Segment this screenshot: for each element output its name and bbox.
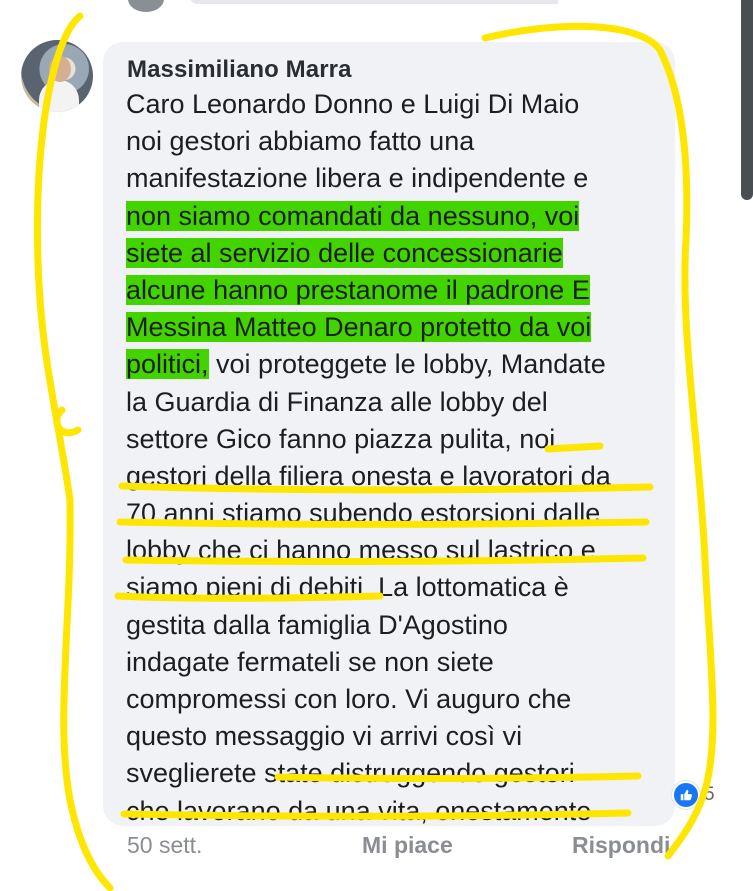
text-segment: la Guardia di Finanza alle lobby del <box>126 386 548 417</box>
scrollbar[interactable] <box>741 0 753 200</box>
comment-text-line: questo messaggio vi arrivi così vi <box>126 718 671 755</box>
text-segment: lobby che ci hanno messo sul lastrico e <box>126 535 596 566</box>
comment-text-line: noi gestori abbiamo fatto una <box>126 123 671 160</box>
previous-comment-avatar <box>128 0 164 12</box>
comment-text-line: 70 anni stiamo subendo estorsioni dalle <box>126 495 671 532</box>
comment-text: Caro Leonardo Donno e Luigi Di Maio noi g… <box>126 86 671 830</box>
text-segment: questo messaggio vi arrivi così vi <box>126 721 523 752</box>
text-segment: sveglierete state distruggendo gestori <box>126 758 575 789</box>
text-segment: 70 anni stiamo subendo estorsioni dalle <box>126 498 601 529</box>
text-segment: gestori della filiera onesta e lavorator… <box>126 460 611 491</box>
comment-text-line: Messina Matteo Denaro protetto da voi <box>126 309 671 346</box>
previous-comment-remnant <box>190 0 650 4</box>
text-segment: voi proteggete le lobby, Mandate <box>208 349 606 380</box>
text-segment: che lavorano da una vita, onestamente <box>126 795 592 826</box>
comment-text-line: gestita dalla famiglia D'Agostino <box>126 607 671 644</box>
comment-text-line: non siamo comandati da nessuno, voi <box>126 198 671 235</box>
reaction-summary[interactable]: 5 <box>672 781 715 809</box>
comment-text-line: sveglierete state distruggendo gestori <box>126 755 671 792</box>
comment-text-line: siamo pieni di debiti. La lottomatica è <box>126 569 671 606</box>
avatar[interactable] <box>21 40 93 112</box>
reaction-count: 5 <box>704 784 715 805</box>
highlighted-text: non siamo comandati da nessuno, voi <box>126 200 580 231</box>
text-segment: manifestazione libera e indipendente e <box>126 163 589 194</box>
comment-text-line: alcune hanno prestanome il padrone E <box>126 272 671 309</box>
comment-text-line: siete al servizio delle concessionarie <box>126 235 671 272</box>
comment-text-line: la Guardia di Finanza alle lobby del <box>126 384 671 421</box>
comment-text-line: Caro Leonardo Donno e Luigi Di Maio <box>126 86 671 123</box>
comment-text-line: indagate fermateli se non siete <box>126 644 671 681</box>
comment-text-line: compromessi con loro. Vi auguro che <box>126 681 671 718</box>
comment-author[interactable]: Massimiliano Marra <box>127 56 352 84</box>
left-loop-stroke <box>53 406 82 436</box>
highlighted-text: siete al servizio delle concessionarie <box>126 237 563 268</box>
text-segment: gestita dalla famiglia D'Agostino <box>126 609 508 640</box>
highlighted-text: Messina Matteo Denaro protetto da voi <box>126 312 592 343</box>
highlighted-text: politici, <box>126 349 209 380</box>
comment-text-line: che lavorano da una vita, onestamente <box>126 793 671 830</box>
text-segment: siamo pieni di debiti. La lottomatica è <box>126 572 569 603</box>
comment-timestamp[interactable]: 50 sett. <box>127 832 202 859</box>
text-segment: noi gestori abbiamo fatto una <box>126 126 475 157</box>
highlighted-text: alcune hanno prestanome il padrone E <box>126 274 590 305</box>
comment-text-line: settore Gico fanno piazza pulita, noi <box>126 421 671 458</box>
text-segment: indagate fermateli se non siete <box>126 646 494 677</box>
reply-button[interactable]: Rispondi <box>572 832 670 859</box>
avatar-body-shape <box>39 80 79 112</box>
comment-text-line: politici, voi proteggete le lobby, Manda… <box>126 346 671 383</box>
left-outline-stroke <box>33 12 114 891</box>
text-segment: settore Gico fanno piazza pulita, noi <box>126 423 556 454</box>
text-segment: compromessi con loro. Vi auguro che <box>126 684 572 714</box>
like-icon <box>672 781 700 809</box>
avatar-face-shape <box>49 56 71 82</box>
text-segment: Caro Leonardo Donno e Luigi Di Maio <box>126 89 580 119</box>
comment-text-line: manifestazione libera e indipendente e <box>126 160 671 197</box>
comment-text-line: gestori della filiera onesta e lavorator… <box>126 458 671 495</box>
comment-text-line: lobby che ci hanno messo sul lastrico e <box>126 532 671 569</box>
like-button[interactable]: Mi piace <box>362 832 453 859</box>
